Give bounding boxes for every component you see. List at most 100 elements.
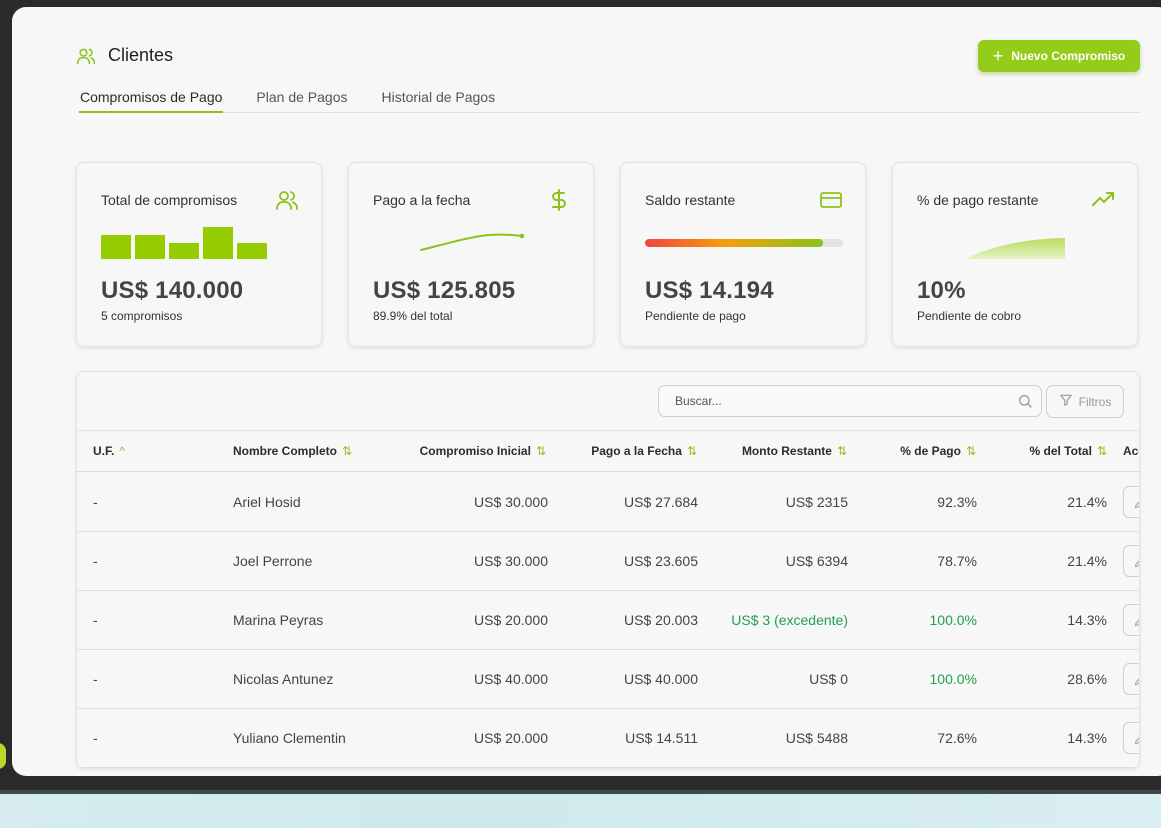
card-total-commitments: Total de compromisos US$ 140.000 5 compr…	[76, 162, 322, 347]
cell-pct-paid: 78.7%	[937, 553, 977, 569]
table-row: - Yuliano Clementin US$ 20.000 US$ 14.511 US…	[77, 709, 1139, 768]
filters-button[interactable]: Filtros	[1046, 385, 1124, 418]
pencil-icon	[1134, 501, 1139, 509]
area-sparkline	[965, 238, 1065, 259]
cell-paid: US$ 40.000	[624, 671, 698, 687]
cell-remaining: US$ 0	[809, 671, 848, 687]
app-window: Clientes + Nuevo Compromiso Compromisos …	[12, 7, 1161, 776]
card-title: Total de compromisos	[101, 192, 238, 208]
mini-bar	[169, 243, 199, 259]
pencil-icon	[1134, 678, 1139, 686]
cell-name: Nicolas Antunez	[233, 671, 334, 687]
mini-bar	[203, 227, 233, 259]
card-paid-to-date: Pago a la fecha US$ 125.805 89.9% del to…	[348, 162, 594, 347]
card-subtitle: 5 compromisos	[101, 309, 183, 323]
edit-row-button[interactable]	[1123, 663, 1139, 695]
card-remaining-balance: Saldo restante US$ 14.194 Pendiente de p…	[620, 162, 866, 347]
table-row: - Ariel Hosid US$ 30.000 US$ 27.684 US$ 2315…	[77, 473, 1139, 532]
cell-paid: US$ 20.003	[624, 612, 698, 628]
mini-bar-chart	[101, 227, 267, 259]
new-commitment-button[interactable]: + Nuevo Compromiso	[978, 40, 1140, 72]
sort-icon: ⇅	[686, 444, 697, 458]
cell-name: Marina Peyras	[233, 612, 324, 628]
column-header-actions: Acc	[1123, 444, 1139, 458]
cell-name: Yuliano Clementin	[233, 730, 346, 746]
plus-icon: +	[992, 46, 1004, 66]
sort-icon: ⇅	[535, 444, 546, 458]
cell-initial: US$ 30.000	[474, 494, 548, 510]
progress-fill	[645, 239, 823, 247]
table-row: - Marina Peyras US$ 20.000 US$ 20.003 US$ 3 …	[77, 591, 1139, 650]
filters-label: Filtros	[1078, 394, 1112, 409]
cell-uf: -	[93, 730, 98, 746]
card-subtitle: 89.9% del total	[373, 309, 453, 323]
table-header: U.F. ^ Nombre Completo ⇅ Compromiso Inicia…	[77, 430, 1139, 472]
users-icon	[275, 188, 299, 212]
mini-bar	[237, 243, 267, 259]
pencil-icon	[1134, 619, 1139, 627]
edit-row-button[interactable]	[1123, 486, 1139, 518]
cell-uf: -	[93, 671, 98, 687]
edit-row-button[interactable]	[1123, 604, 1139, 636]
card-title: % de pago restante	[917, 192, 1039, 208]
cell-uf: -	[93, 494, 98, 510]
card-value: 10%	[917, 277, 966, 304]
column-header-remaining[interactable]: Monto Restante ⇅	[742, 444, 847, 458]
mini-bar	[135, 235, 165, 259]
column-header-label: Pago a la Fecha	[591, 444, 682, 458]
column-header-pct-paid[interactable]: % de Pago ⇅	[900, 444, 976, 458]
tab-compromisos-de-pago[interactable]: Compromisos de Pago	[79, 87, 224, 113]
tab-historial-de-pagos[interactable]: Historial de Pagos	[380, 87, 496, 113]
card-subtitle: Pendiente de cobro	[917, 309, 1022, 323]
edit-row-button[interactable]	[1123, 722, 1139, 754]
column-header-paid[interactable]: Pago a la Fecha ⇅	[591, 444, 697, 458]
search-input[interactable]	[658, 385, 1042, 417]
cell-pct-paid: 92.3%	[937, 494, 977, 510]
sort-icon: ⇅	[965, 444, 976, 458]
cell-pct-paid: 72.6%	[937, 730, 977, 746]
cell-name: Ariel Hosid	[233, 494, 301, 510]
column-header-label: % de Pago	[900, 444, 961, 458]
edit-row-button[interactable]	[1123, 545, 1139, 577]
users-icon	[76, 46, 96, 66]
cell-paid: US$ 27.684	[624, 494, 698, 510]
search-icon[interactable]	[1017, 393, 1033, 409]
column-header-pct-total[interactable]: % del Total ⇅	[1029, 444, 1107, 458]
cell-pct-total: 21.4%	[1067, 553, 1107, 569]
cell-remaining: US$ 3 (excedente)	[731, 612, 848, 628]
column-header-initial[interactable]: Compromiso Inicial ⇅	[420, 444, 546, 458]
pencil-icon	[1134, 560, 1139, 568]
sort-asc-icon: ^	[119, 444, 125, 458]
cell-remaining: US$ 6394	[785, 553, 848, 569]
cell-pct-paid: 100.0%	[929, 671, 977, 687]
mini-bar	[101, 235, 131, 259]
cell-pct-total: 14.3%	[1067, 730, 1107, 746]
dollar-icon	[547, 188, 571, 212]
commitments-table-panel: Filtros U.F. ^ Nombre Completo ⇅ Compromis…	[76, 371, 1140, 769]
sparkline	[420, 233, 525, 251]
desktop-taskbar-strip	[0, 790, 1161, 828]
column-header-label: Monto Restante	[741, 444, 832, 458]
card-value: US$ 140.000	[101, 277, 244, 304]
cell-pct-paid: 100.0%	[929, 612, 977, 628]
card-title: Saldo restante	[645, 192, 736, 208]
table-row: - Joel Perrone US$ 30.000 US$ 23.605 US$ 639…	[77, 532, 1139, 591]
cell-name: Joel Perrone	[233, 553, 313, 569]
cell-pct-total: 28.6%	[1067, 671, 1107, 687]
cell-paid: US$ 23.605	[624, 553, 698, 569]
cell-initial: US$ 20.000	[474, 730, 548, 746]
tab-bar: Compromisos de Pago Plan de Pagos Histor…	[79, 87, 1140, 113]
cell-uf: -	[93, 553, 98, 569]
cell-remaining: US$ 2315	[785, 494, 848, 510]
card-value: US$ 125.805	[373, 277, 516, 304]
tab-plan-de-pagos[interactable]: Plan de Pagos	[255, 87, 348, 113]
column-header-label: Nombre Completo	[233, 444, 338, 458]
cell-pct-total: 21.4%	[1067, 494, 1107, 510]
cell-paid: US$ 14.511	[625, 730, 698, 746]
column-header-uf[interactable]: U.F. ^	[93, 444, 125, 458]
new-commitment-label: Nuevo Compromiso	[1011, 49, 1126, 63]
cell-initial: US$ 20.000	[474, 612, 548, 628]
sort-icon: ⇅	[342, 444, 353, 458]
side-indicator	[0, 743, 6, 769]
column-header-name[interactable]: Nombre Completo ⇅	[233, 444, 352, 458]
